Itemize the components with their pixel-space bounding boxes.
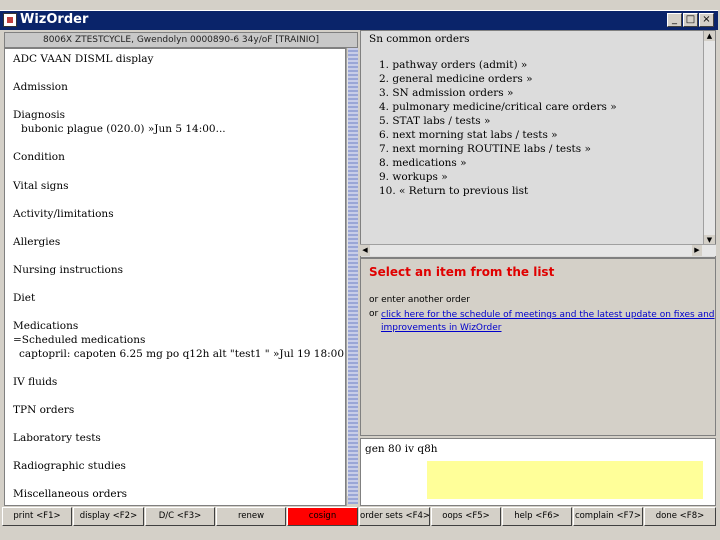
wizorder-window: WizOrder _ □ × 8006X ZTESTCYCLE, Gwendol… <box>0 0 720 540</box>
section-diet[interactable]: Diet <box>13 292 35 304</box>
order-option[interactable]: 8. medications » <box>379 157 467 169</box>
dc-button[interactable]: D/C <F3> <box>145 507 215 526</box>
enter-order-prompt: or enter another order <box>369 295 470 305</box>
section-nursing[interactable]: Nursing instructions <box>13 264 123 276</box>
orders-hscrollbar[interactable]: ◀ ▶ <box>360 244 716 256</box>
orders-scrollbar[interactable]: ▲ ▼ <box>703 31 715 245</box>
patient-header: 8006X ZTESTCYCLE, Gwendolyn 0000890-6 34… <box>4 32 358 48</box>
oops-button[interactable]: oops <F5> <box>431 507 501 526</box>
section-tpn[interactable]: TPN orders <box>13 404 74 416</box>
schedule-link[interactable]: click here for the schedule of meetings … <box>381 309 715 335</box>
renew-button[interactable]: renew <box>216 507 286 526</box>
order-option[interactable]: 6. next morning stat labs / tests » <box>379 129 558 141</box>
order-option[interactable]: 7. next morning ROUTINE labs / tests » <box>379 143 591 155</box>
help-button[interactable]: help <F6> <box>502 507 572 526</box>
section-lab-tests[interactable]: Laboratory tests <box>13 432 101 444</box>
medication-entry[interactable]: captopril: capoten 6.25 mg po q12h alt "… <box>19 348 345 360</box>
title-bar: WizOrder _ □ × <box>0 10 718 30</box>
orders-list-pane: Sn common orders 1. pathway orders (admi… <box>360 30 716 258</box>
orders-list-header: Sn common orders <box>369 33 470 45</box>
window-title: WizOrder <box>20 12 89 27</box>
scroll-up-arrow-icon[interactable]: ▲ <box>704 31 715 41</box>
cosign-button[interactable]: cosign <box>287 507 358 526</box>
order-input-area[interactable]: gen 80 iv q8h <box>360 438 716 506</box>
section-radiographic[interactable]: Radiographic studies <box>13 460 126 472</box>
section-misc[interactable]: Miscellaneous orders <box>13 488 127 500</box>
or-text: or <box>369 309 379 319</box>
diagnosis-entry[interactable]: bubonic plague (020.0) »Jun 5 14:00... <box>21 123 226 135</box>
order-option[interactable]: 9. workups » <box>379 171 448 183</box>
main-area: 8006X ZTESTCYCLE, Gwendolyn 0000890-6 34… <box>2 30 718 506</box>
order-option[interactable]: 3. SN admission orders » <box>379 87 513 99</box>
order-option[interactable]: 1. pathway orders (admit) » <box>379 59 527 71</box>
section-activity[interactable]: Activity/limitations <box>13 208 114 220</box>
scheduled-medications: =Scheduled medications <box>13 334 146 346</box>
maximize-button[interactable]: □ <box>683 13 698 27</box>
scroll-left-arrow-icon[interactable]: ◀ <box>360 245 370 256</box>
section-vital-signs[interactable]: Vital signs <box>13 180 69 192</box>
complain-button[interactable]: complain <F7> <box>573 507 643 526</box>
order-option[interactable]: 2. general medicine orders » <box>379 73 533 85</box>
display-title: ADC VAAN DISML display <box>13 53 154 65</box>
section-allergies[interactable]: Allergies <box>13 236 60 248</box>
order-option[interactable]: 5. STAT labs / tests » <box>379 115 490 127</box>
section-condition[interactable]: Condition <box>13 151 65 163</box>
scroll-right-arrow-icon[interactable]: ▶ <box>692 245 702 256</box>
highlight-box <box>427 461 703 499</box>
done-button[interactable]: done <F8> <box>644 507 716 526</box>
pane-divider[interactable] <box>348 48 358 504</box>
section-medications[interactable]: Medications <box>13 320 78 332</box>
function-key-bar: print <F1> display <F2> D/C <F3> renew c… <box>2 507 718 527</box>
section-admission[interactable]: Admission <box>13 81 68 93</box>
order-option[interactable]: 4. pulmonary medicine/critical care orde… <box>379 101 617 113</box>
order-input-value[interactable]: gen 80 iv q8h <box>365 443 438 455</box>
order-display-pane: ADC VAAN DISML display Admission Diagnos… <box>4 48 346 506</box>
order-option-return[interactable]: 10. « Return to previous list <box>379 185 528 197</box>
app-icon <box>3 13 17 27</box>
minimize-button[interactable]: _ <box>667 13 682 27</box>
section-iv-fluids[interactable]: IV fluids <box>13 376 57 388</box>
print-button[interactable]: print <F1> <box>2 507 72 526</box>
order-sets-button[interactable]: order sets <F4> <box>359 507 430 526</box>
section-diagnosis[interactable]: Diagnosis <box>13 109 65 121</box>
message-pane: Select an item from the list or enter an… <box>360 258 716 436</box>
close-button[interactable]: × <box>699 13 714 27</box>
display-button[interactable]: display <F2> <box>73 507 144 526</box>
select-prompt: Select an item from the list <box>369 265 555 279</box>
